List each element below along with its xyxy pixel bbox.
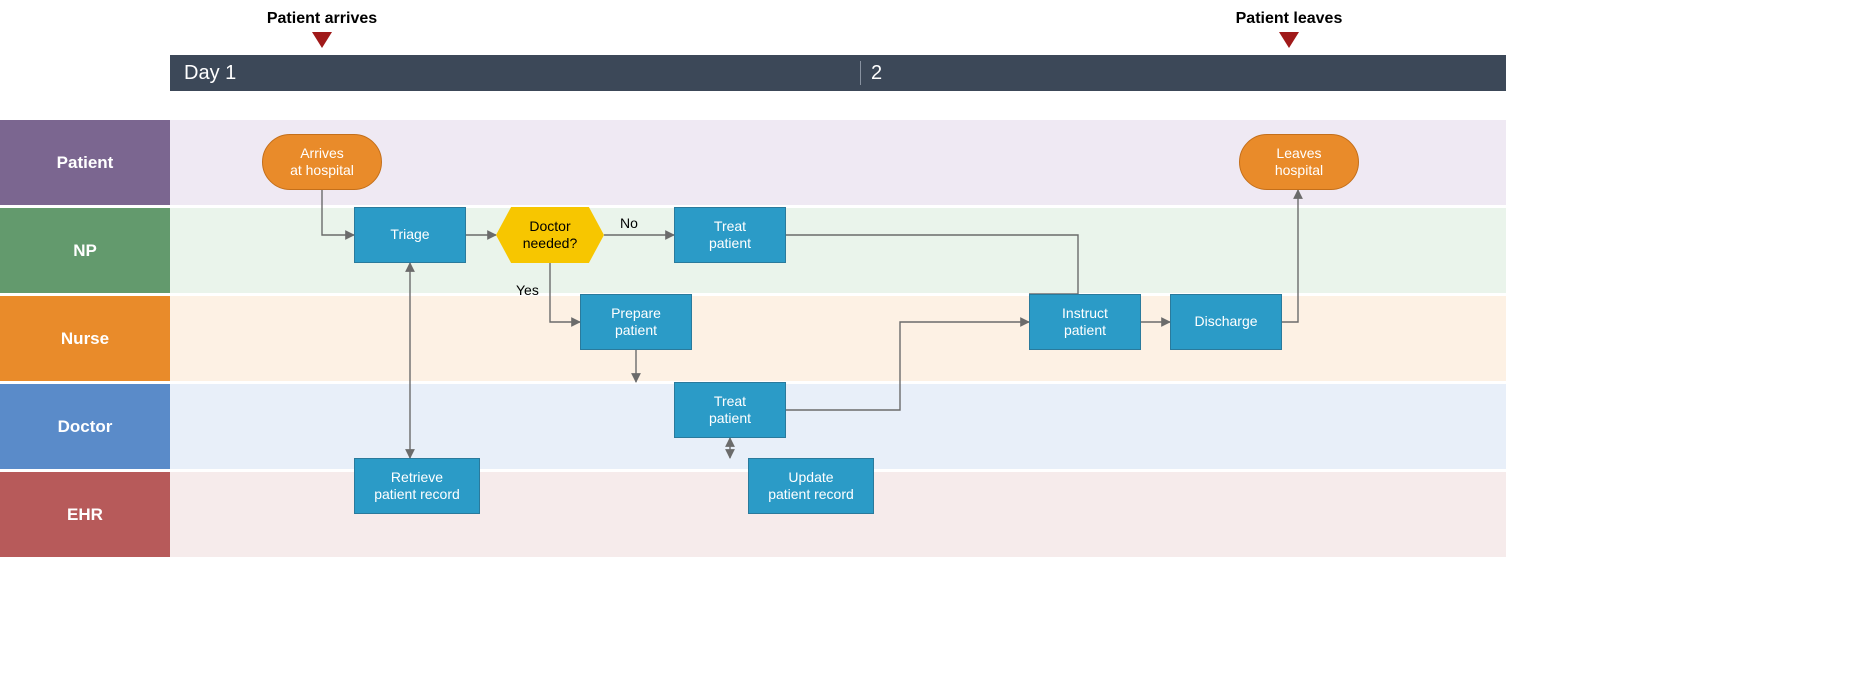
node-treat-patient-np[interactable]: Treatpatient bbox=[674, 207, 786, 263]
node-label: Discharge bbox=[1194, 313, 1257, 331]
milestone-label: Patient leaves bbox=[1236, 10, 1343, 27]
node-label: Preparepatient bbox=[611, 305, 661, 340]
lane-body-doctor bbox=[170, 384, 1506, 469]
edge-label-yes: Yes bbox=[516, 282, 539, 298]
node-label: Retrievepatient record bbox=[374, 469, 460, 504]
node-instruct-patient[interactable]: Instructpatient bbox=[1029, 294, 1141, 350]
lane-label-np: NP bbox=[0, 208, 170, 293]
triangle-down-icon bbox=[312, 32, 332, 48]
lane-body-nurse bbox=[170, 296, 1506, 381]
node-label: Triage bbox=[390, 226, 429, 244]
timeline-bar: Day 1 2 bbox=[170, 55, 1506, 91]
triangle-down-icon bbox=[1279, 32, 1299, 48]
node-label: Doctorneeded? bbox=[523, 218, 578, 253]
timeline-day1: Day 1 bbox=[170, 62, 860, 85]
node-label: Treatpatient bbox=[709, 218, 751, 253]
node-treat-patient-doctor[interactable]: Treatpatient bbox=[674, 382, 786, 438]
node-label: Instructpatient bbox=[1062, 305, 1108, 340]
milestone-patient-leaves: Patient leaves bbox=[1229, 10, 1349, 48]
node-label: Updatepatient record bbox=[768, 469, 854, 504]
timeline-divider bbox=[860, 61, 861, 85]
node-label: Arrivesat hospital bbox=[290, 145, 354, 180]
lane-label-nurse: Nurse bbox=[0, 296, 170, 381]
node-prepare-patient[interactable]: Preparepatient bbox=[580, 294, 692, 350]
lane-label-doctor: Doctor bbox=[0, 384, 170, 469]
node-triage[interactable]: Triage bbox=[354, 207, 466, 263]
node-doctor-needed-decision[interactable]: Doctorneeded? bbox=[496, 207, 604, 263]
node-label: Leaveshospital bbox=[1275, 145, 1323, 180]
node-leaves-hospital[interactable]: Leaveshospital bbox=[1239, 134, 1359, 190]
node-arrives-at-hospital[interactable]: Arrivesat hospital bbox=[262, 134, 382, 190]
milestone-label: Patient arrives bbox=[267, 10, 377, 27]
milestone-patient-arrives: Patient arrives bbox=[262, 10, 382, 48]
timeline-day2: 2 bbox=[871, 62, 882, 85]
edge-label-no: No bbox=[620, 215, 638, 231]
lane-label-patient: Patient bbox=[0, 120, 170, 205]
lane-label-ehr: EHR bbox=[0, 472, 170, 557]
node-label: Treatpatient bbox=[709, 393, 751, 428]
node-update-patient-record[interactable]: Updatepatient record bbox=[748, 458, 874, 514]
node-discharge[interactable]: Discharge bbox=[1170, 294, 1282, 350]
node-retrieve-patient-record[interactable]: Retrievepatient record bbox=[354, 458, 480, 514]
